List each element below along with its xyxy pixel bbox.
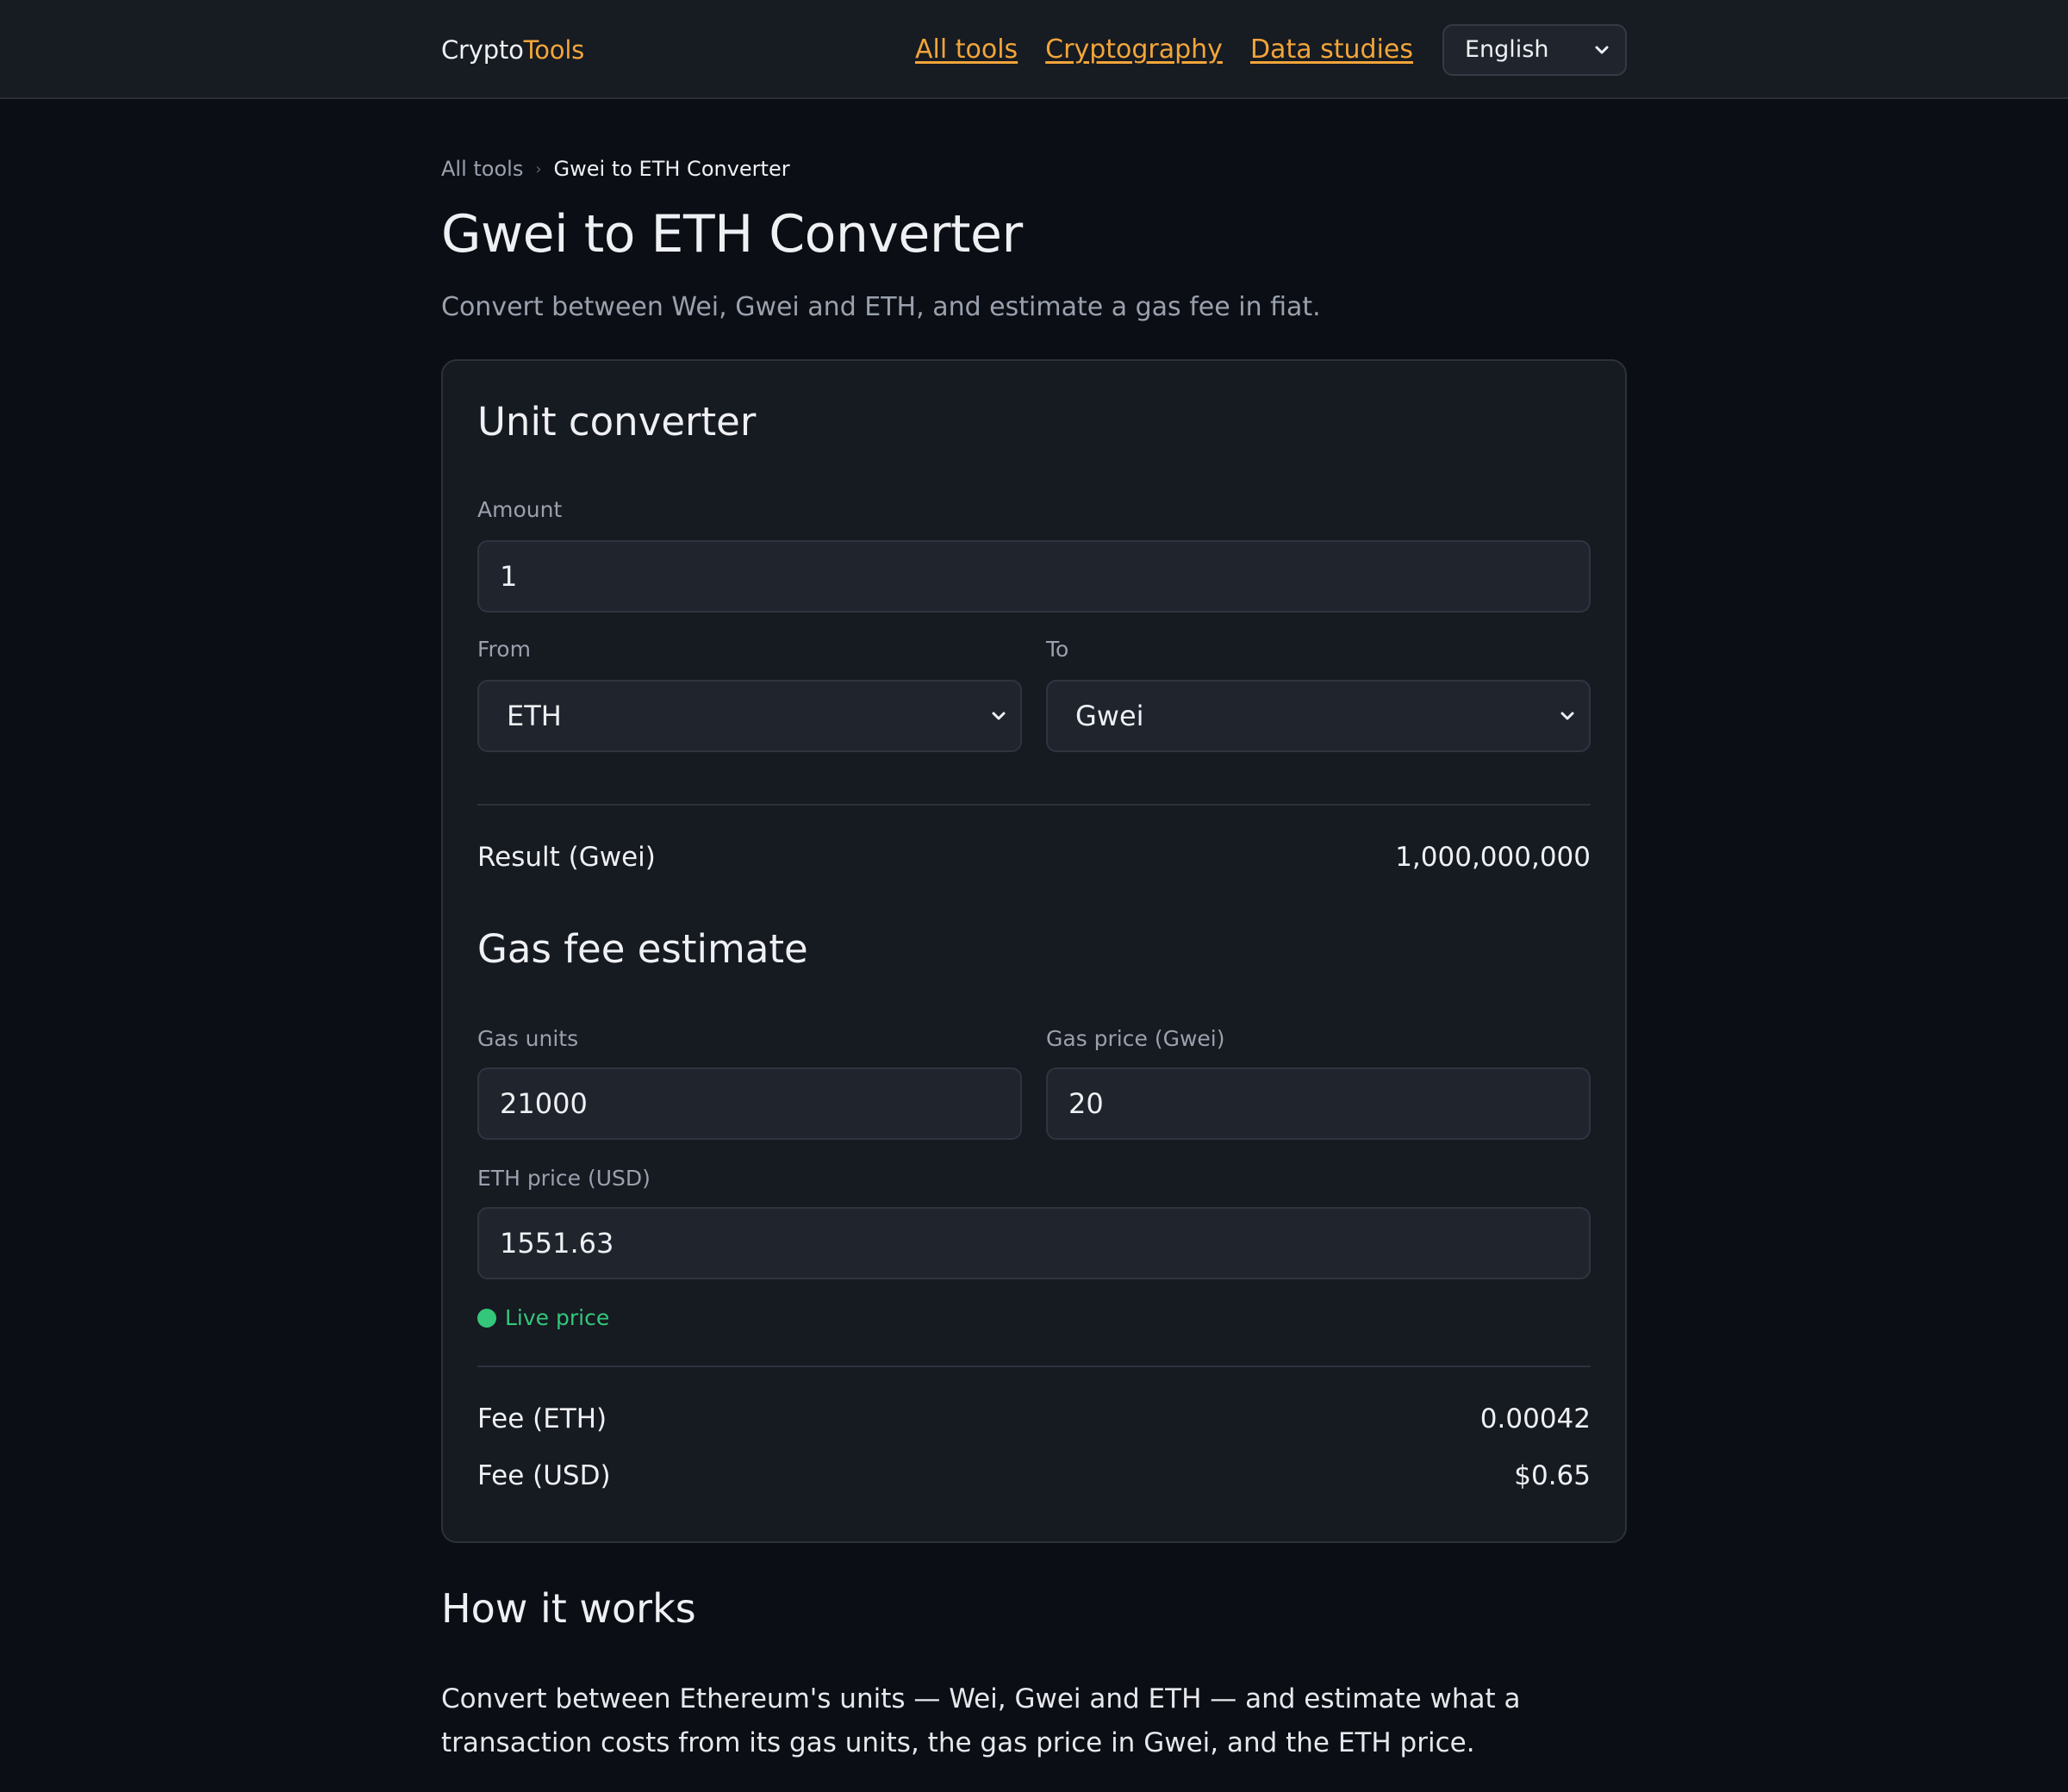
chevron-down-icon [991,708,1006,724]
gas-price-input[interactable]: 20 [1046,1067,1591,1140]
live-price-indicator: Live price [477,1305,609,1330]
how-it-works-text: Convert between Ethereum's units — Wei, … [441,1683,1521,1758]
fee-eth-value: 0.00042 [1479,1403,1591,1434]
eth-price-label: ETH price (USD) [477,1166,651,1191]
fee-usd-label: Fee (USD) [477,1460,611,1491]
logo-text-crypto: Crypto [441,34,524,65]
main-nav: All tools Cryptography Data studies Engl… [888,23,1627,76]
chevron-down-icon [1560,708,1575,724]
logo-text-tools: Tools [523,34,585,65]
from-unit-value: ETH [507,700,562,732]
converter-card: Unit converter Amount 1 From ETH To Gwei… [441,359,1627,1543]
unit-converter-heading: Unit converter [477,399,757,445]
gas-units-label: Gas units [477,1026,579,1051]
result-value: 1,000,000,000 [1395,842,1591,873]
language-select[interactable]: English [1442,23,1627,76]
site-logo[interactable]: CryptoTools [441,35,584,65]
chevron-right-icon: › [535,159,542,178]
nav-link-cryptography[interactable]: Cryptography [1045,34,1223,65]
breadcrumb-current: Gwei to ETH Converter [553,157,790,181]
amount-input[interactable]: 1 [477,540,1591,613]
main-content: All tools › Gwei to ETH Converter Gwei t… [441,99,1627,1765]
top-navigation-inner: CryptoTools All tools Cryptography Data … [441,0,1627,99]
page-title: Gwei to ETH Converter [441,204,1023,264]
breadcrumb: All tools › Gwei to ETH Converter [441,156,1627,182]
breadcrumb-link-all-tools[interactable]: All tools [441,157,523,181]
result-label: Result (Gwei) [477,842,656,873]
language-select-value: English [1465,36,1549,63]
from-unit-select[interactable]: ETH [477,680,1022,752]
page-subtitle: Convert between Wei, Gwei and ETH, and e… [441,292,1321,322]
live-price-label: Live price [505,1305,610,1330]
fee-usd-row: Fee (USD) $0.65 [477,1460,1591,1491]
fee-eth-label: Fee (ETH) [477,1403,607,1434]
fee-eth-row: Fee (ETH) 0.00042 [477,1403,1591,1434]
fee-usd-value: $0.65 [1514,1460,1591,1491]
top-navigation-bar: CryptoTools All tools Cryptography Data … [0,0,2068,99]
nav-link-all-tools[interactable]: All tools [915,34,1018,65]
divider [477,1366,1591,1367]
divider [477,804,1591,806]
gas-fee-heading: Gas fee estimate [477,926,808,972]
from-label: From [477,637,531,662]
chevron-down-icon [1594,42,1610,58]
to-label: To [1046,637,1069,662]
eth-price-input[interactable]: 1551.63 [477,1207,1591,1279]
to-unit-select[interactable]: Gwei [1046,680,1591,752]
gas-price-label: Gas price (Gwei) [1046,1026,1225,1051]
nav-link-data-studies[interactable]: Data studies [1250,34,1413,65]
status-dot-icon [477,1308,496,1328]
amount-label: Amount [477,497,563,522]
result-row: Result (Gwei) 1,000,000,000 [477,842,1591,873]
to-unit-value: Gwei [1075,700,1144,732]
how-it-works-heading: How it works [441,1585,696,1632]
gas-units-input[interactable]: 21000 [477,1067,1022,1140]
